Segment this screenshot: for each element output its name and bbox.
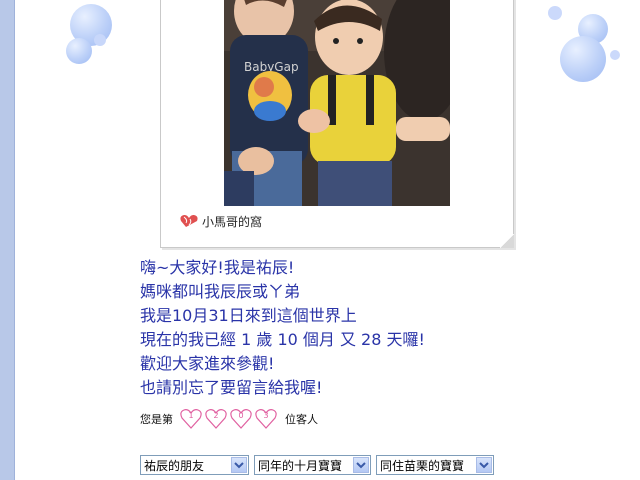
- left-rail: [0, 0, 15, 480]
- intro-line: 嗨~大家好!我是祐辰!: [140, 258, 295, 277]
- intro-line: 媽咪都叫我辰辰或ㄚ弟: [140, 282, 301, 301]
- counter-digits: 1 2 0 3: [179, 408, 279, 430]
- intro-line: 我是10月31日來到這個世界上: [140, 306, 357, 325]
- heart-icon: 0: [229, 408, 253, 430]
- dropdown-value: 祐辰的朋友: [144, 458, 205, 473]
- visitor-counter: 您是第 1 2 0 3 位客人: [140, 406, 318, 432]
- friend-links: 祐辰的朋友 同年的十月寶寶 同住苗栗的寶寶: [140, 455, 494, 475]
- counter-digit: 1: [188, 411, 194, 420]
- counter-digit: 3: [263, 411, 269, 420]
- bubble-decoration: [610, 50, 620, 60]
- heart-icon: 1: [179, 408, 203, 430]
- bubble-decoration: [66, 38, 92, 64]
- bubble-decoration: [548, 6, 562, 20]
- intro-line: 歡迎大家進來參觀!: [140, 354, 275, 373]
- photo-caption[interactable]: 小馬哥的窩: [180, 212, 262, 230]
- chevron-down-icon[interactable]: [353, 457, 369, 473]
- intro-line: 也請別忘了要留言給我喔!: [140, 378, 323, 397]
- heart-icon: [180, 213, 200, 229]
- counter-prefix: 您是第: [140, 413, 173, 426]
- october-babies-dropdown[interactable]: 同年的十月寶寶: [254, 455, 371, 475]
- dropdown-value: 同住苗栗的寶寶: [380, 458, 465, 473]
- counter-digit: 2: [213, 411, 219, 420]
- chevron-down-icon[interactable]: [231, 457, 247, 473]
- chevron-down-icon[interactable]: [476, 457, 492, 473]
- page-curl: [500, 234, 514, 248]
- dropdown-value: 同年的十月寶寶: [258, 458, 343, 473]
- heart-icon: 3: [254, 408, 278, 430]
- photo-card: BabyGap: [160, 0, 514, 248]
- intro-line: 現在的我已經 1 歲 10 個月 又 28 天囉!: [140, 330, 425, 349]
- counter-digit: 0: [238, 411, 244, 420]
- miaoli-babies-dropdown[interactable]: 同住苗栗的寶寶: [376, 455, 494, 475]
- caption-text: 小馬哥的窩: [202, 214, 263, 229]
- intro-text: 嗨~大家好!我是祐辰! 媽咪都叫我辰辰或ㄚ弟 我是10月31日來到這個世界上 現…: [140, 256, 425, 400]
- baby-photo[interactable]: BabyGap: [224, 0, 450, 206]
- counter-suffix: 位客人: [285, 413, 318, 426]
- bubble-decoration: [560, 36, 606, 82]
- heart-icon: 2: [204, 408, 228, 430]
- bubble-decoration: [94, 34, 106, 46]
- friends-dropdown[interactable]: 祐辰的朋友: [140, 455, 249, 475]
